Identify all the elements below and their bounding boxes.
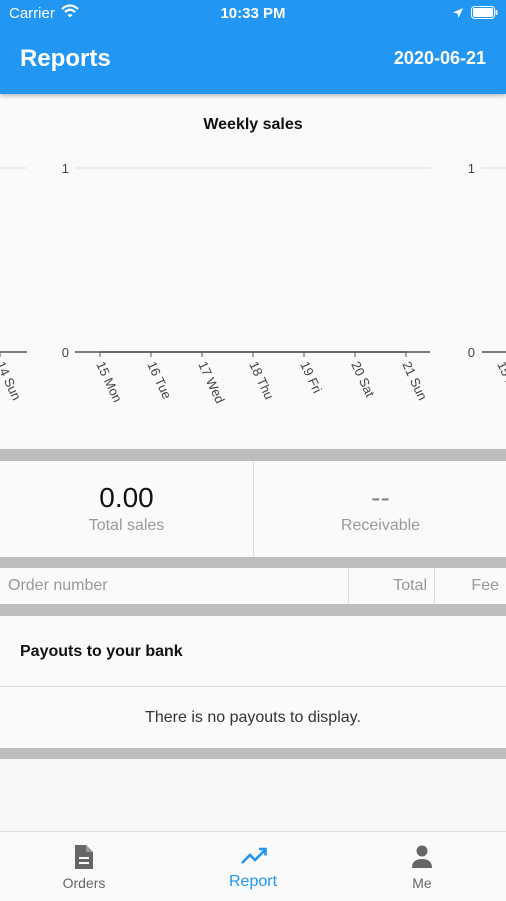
nav-item-me[interactable]: Me [338, 832, 506, 901]
weekly-sales-chart[interactable]: Weekly sales 0 0 1 1 15 Mon 16 Tue 17 Wed 18 Th… [0, 94, 506, 447]
receivable-value: -- [371, 482, 390, 513]
payouts-title: Payouts to your bank [20, 643, 183, 660]
section-divider [0, 604, 506, 616]
nav-item-orders[interactable]: Orders [0, 832, 168, 901]
x-tick-label: 18 Thu [246, 359, 277, 402]
battery-icon [471, 6, 498, 23]
nav-label-orders: Orders [62, 875, 106, 891]
section-divider [0, 449, 506, 461]
x-tick-label: 14 Sun [0, 359, 24, 403]
payouts-section: Payouts to your bank There is no payouts… [0, 616, 506, 748]
weekly-sales-chart-panel: Weekly sales 0 0 1 1 15 Mon 16 Tue 17 Wed 18 Th… [0, 94, 506, 447]
nav-item-report[interactable]: Report [169, 832, 337, 901]
total-sales-value: 0.00 [99, 482, 154, 513]
app-bar: Carrier 10:33 PM Reports 2020-06-21 [0, 0, 506, 94]
receivable-card: -- Receivable [253, 461, 506, 557]
status-bar: Carrier 10:33 PM [0, 0, 506, 28]
y-tick-label: 1 [62, 161, 69, 176]
x-tick-label: 15 Mon [93, 359, 125, 405]
report-date[interactable]: 2020-06-21 [394, 48, 486, 69]
section-divider [0, 557, 506, 568]
x-tick-label: 16 Tue [144, 359, 174, 401]
payouts-divider [0, 686, 506, 687]
receivable-label: Receivable [340, 517, 421, 534]
column-fee: Fee [434, 568, 506, 604]
nav-label-report: Report [228, 873, 278, 890]
orders-table-header: Order number Total Fee [0, 568, 506, 604]
total-sales-label: Total sales [88, 517, 165, 534]
x-tick-label: 20 Sat [348, 359, 378, 400]
y-tick-label: 0 [62, 345, 69, 360]
y-tick-label: 0 [468, 345, 475, 360]
x-tick-label: 21 Sun [399, 359, 430, 403]
bottom-navigation: Orders Report Me [0, 831, 506, 901]
x-tick-label: 19 Fri [297, 359, 325, 396]
nav-label-me: Me [412, 875, 432, 891]
trending-up-icon [241, 847, 267, 864]
column-fee-label: Fee [471, 577, 499, 594]
status-time: 10:33 PM [220, 5, 286, 22]
total-sales-card: 0.00 Total sales [0, 461, 253, 557]
document-icon [75, 845, 93, 869]
person-icon [412, 845, 432, 868]
x-tick-label: 15 Mon [494, 359, 506, 405]
payouts-empty-message: There is no payouts to display. [145, 709, 361, 726]
page-title: Reports [20, 45, 111, 72]
column-order-number: Order number [8, 577, 108, 594]
chart-title: Weekly sales [203, 116, 302, 133]
y-tick-label: 1 [468, 161, 475, 176]
column-total-label: Total [393, 577, 427, 594]
column-total: Total [348, 568, 435, 604]
x-tick-label: 17 Wed [195, 359, 227, 406]
sales-summary: 0.00 Total sales -- Receivable [0, 461, 506, 557]
location-arrow-icon [452, 6, 464, 23]
section-divider [0, 748, 506, 759]
